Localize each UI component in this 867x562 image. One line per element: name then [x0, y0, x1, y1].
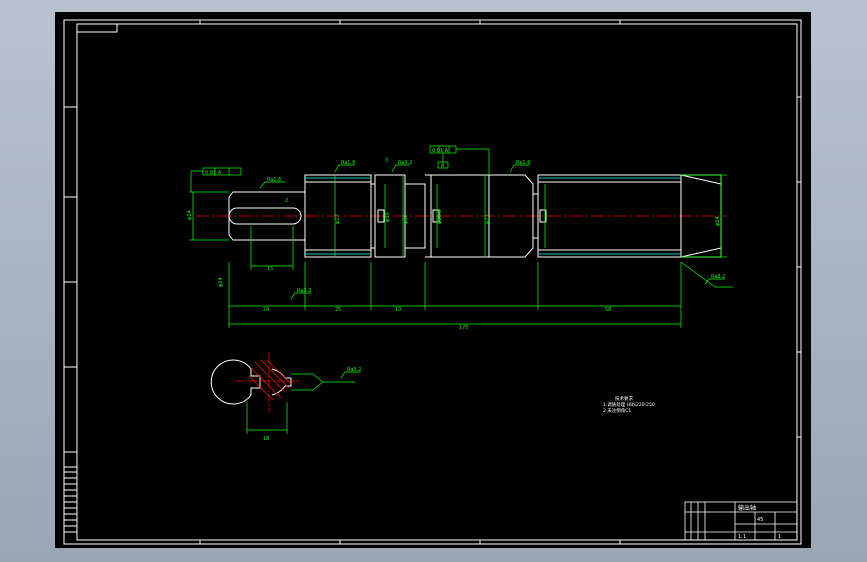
- dia-bearing-left: φ27: [335, 214, 341, 224]
- roughness-5: Ra3.2: [297, 288, 311, 294]
- dim-datum: A: [441, 163, 445, 169]
- roughness-3: Ra3.2: [398, 160, 412, 166]
- tolerance-left: 0.01 A: [205, 170, 222, 176]
- title-sheet: 1: [778, 534, 781, 540]
- svg-text:1.调质处理 HBS220-250: 1.调质处理 HBS220-250: [603, 401, 655, 408]
- dim-key-width: 15: [267, 266, 273, 272]
- drawing-canvas: 输出轴 45 1:1 1 175 24 25 10 58 15 18 2 3 A…: [63, 19, 802, 545]
- key-section-view: [210, 352, 361, 434]
- dim-section-width: 18: [263, 436, 269, 442]
- dia-gear-seat: φ32: [403, 214, 409, 224]
- cad-viewport[interactable]: 输出轴 45 1:1 1 175 24 25 10 58 15 18 2 3 A…: [55, 12, 811, 548]
- roughness-1: Ra1.6: [267, 177, 281, 183]
- drawing-frame: [63, 19, 802, 545]
- roughness-2: Ra1.6: [341, 160, 355, 166]
- dim-3: 3: [385, 158, 388, 164]
- dia-shoulder-left: φ30: [385, 212, 391, 222]
- dim-seg-10: 10: [395, 307, 401, 313]
- title-name: 输出轴: [738, 504, 756, 512]
- dia-shoulder-right: φ27: [485, 214, 491, 224]
- dim-seg-58: 58: [605, 307, 611, 313]
- dim-2: 2: [285, 198, 288, 204]
- dim-seg-25: 25: [335, 307, 341, 313]
- title-scale: 1:1: [738, 534, 746, 540]
- dia-right: φ24: [715, 216, 721, 226]
- svg-text:技术要求: 技术要求: [615, 395, 633, 402]
- roughness-section: Ra3.2: [347, 367, 361, 373]
- dim-seg-24: 24: [263, 307, 269, 313]
- svg-text:2.未注倒角C1: 2.未注倒角C1: [603, 407, 631, 414]
- section-outline: [210, 359, 261, 405]
- dia-left: φ24: [187, 210, 193, 220]
- roughness-4: Ra1.6: [516, 160, 530, 166]
- dia-collar: φ38.8: [437, 210, 443, 224]
- title-material: 45: [757, 517, 763, 523]
- technical-notes: 技术要求 1.调质处理 HBS220-250 2.未注倒角C1: [603, 395, 655, 414]
- roughness-6: Ra3.2: [711, 274, 725, 280]
- dim-vertical-left: φ24: [218, 277, 224, 287]
- dim-overall-length: 175: [459, 325, 469, 331]
- left-revision-strip: [64, 471, 77, 533]
- dimension-lines: [189, 145, 733, 328]
- tolerance-mid: 0.01 A: [432, 148, 449, 154]
- section-hatch: [248, 359, 292, 401]
